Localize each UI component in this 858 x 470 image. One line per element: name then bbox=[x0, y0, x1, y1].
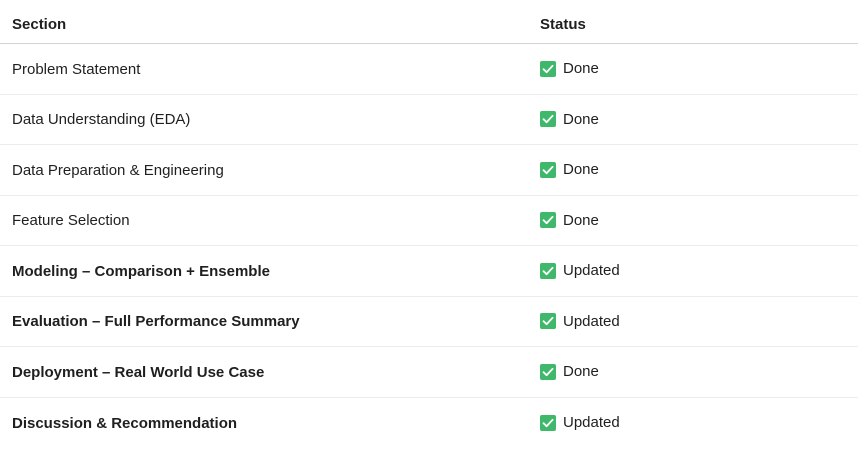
status-cell: Updated bbox=[528, 262, 858, 279]
table-row: Deployment – Real World Use Case Done bbox=[0, 347, 858, 398]
header-status: Status bbox=[540, 16, 586, 33]
status-cell: Done bbox=[528, 363, 858, 380]
section-cell: Feature Selection bbox=[12, 212, 130, 230]
check-mark-icon bbox=[540, 414, 556, 431]
table-row: Evaluation – Full Performance Summary Up… bbox=[0, 297, 858, 347]
check-mark-icon bbox=[540, 313, 556, 330]
section-cell: Problem Statement bbox=[12, 60, 141, 78]
table-row: Feature Selection Done bbox=[0, 196, 858, 246]
status-cell: Done bbox=[528, 60, 858, 77]
status-text: Updated bbox=[563, 312, 620, 330]
check-mark-icon bbox=[540, 161, 556, 178]
table-row: Modeling – Comparison + Ensemble Updated bbox=[0, 246, 858, 297]
status-text: Updated bbox=[563, 414, 620, 432]
section-cell: Data Preparation & Engineering bbox=[12, 161, 224, 179]
status-text: Done bbox=[563, 110, 599, 128]
section-cell: Evaluation – Full Performance Summary bbox=[12, 313, 300, 331]
section-cell: Discussion & Recommendation bbox=[12, 414, 238, 432]
section-cell: Modeling – Comparison + Ensemble bbox=[12, 262, 270, 280]
status-text: Done bbox=[563, 211, 599, 229]
status-text: Done bbox=[563, 161, 599, 179]
status-table: Section Status Problem Statement Done Da… bbox=[0, 0, 858, 448]
check-mark-icon bbox=[540, 60, 556, 77]
check-mark-icon bbox=[540, 363, 556, 380]
status-cell: Done bbox=[528, 212, 858, 229]
check-mark-icon bbox=[540, 212, 556, 229]
check-mark-icon bbox=[540, 262, 556, 279]
check-mark-icon bbox=[540, 111, 556, 128]
table-row: Discussion & Recommendation Updated bbox=[0, 398, 858, 449]
status-cell: Updated bbox=[528, 313, 858, 330]
table-row: Data Understanding (EDA) Done bbox=[0, 95, 858, 145]
status-text: Done bbox=[563, 60, 599, 78]
status-text: Updated bbox=[563, 262, 620, 280]
table-header: Section Status bbox=[0, 0, 858, 44]
status-cell: Updated bbox=[528, 414, 858, 431]
section-cell: Data Understanding (EDA) bbox=[12, 111, 191, 129]
status-text: Done bbox=[563, 363, 599, 381]
status-cell: Done bbox=[528, 111, 858, 128]
status-cell: Done bbox=[528, 161, 858, 178]
table-row: Data Preparation & Engineering Done bbox=[0, 145, 858, 196]
table-row: Problem Statement Done bbox=[0, 44, 858, 95]
section-cell: Deployment – Real World Use Case bbox=[12, 363, 265, 381]
header-section: Section bbox=[12, 16, 67, 33]
